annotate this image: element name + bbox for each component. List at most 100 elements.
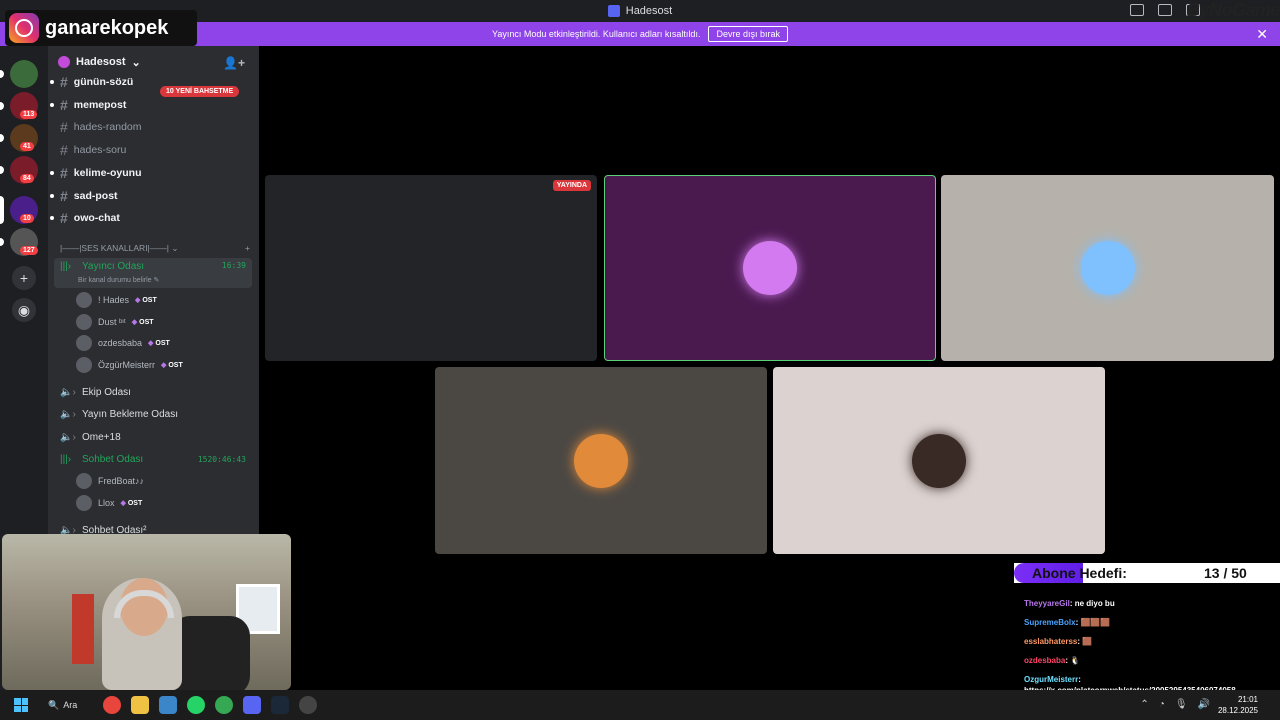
voice-channel[interactable]: 🔈› Yayın Bekleme Odası (54, 404, 252, 424)
browser-icon[interactable] (215, 696, 234, 714)
close-icon[interactable]: ✕ (1256, 26, 1268, 43)
speaker-icon: 🔈› (60, 408, 76, 420)
role-tag: OST (131, 317, 154, 326)
participant-tile[interactable] (941, 175, 1274, 361)
flag-icon[interactable] (1130, 4, 1144, 16)
disable-streamer-mode-button[interactable]: Devre dışı bırak (708, 26, 788, 42)
tray-chevron-icon[interactable]: ⌃ (1140, 699, 1148, 710)
participant-tile[interactable] (773, 367, 1105, 554)
member-name: ! Hades (98, 295, 130, 305)
voice-member[interactable]: Dust ᵇᶦᵗ OST (76, 313, 154, 330)
avatar (76, 473, 92, 489)
clock[interactable]: 21:01 28.12.2025 (1218, 694, 1258, 716)
voice-member[interactable]: ozdesbaba OST (76, 335, 170, 351)
hash-icon: # (60, 96, 68, 113)
voice-status[interactable]: Bir kanal durumu belirle ✎ (78, 276, 159, 284)
banner-text: Yayıncı Modu etkinleştirildi. Kullanıcı … (492, 29, 701, 39)
chrome-icon[interactable] (103, 696, 122, 714)
chat-text: : 🐧 (1065, 656, 1081, 665)
speaker-icon: 🔈› (60, 386, 76, 398)
voice-channel-label: Yayıncı Odası (82, 261, 145, 272)
chat-text: : ne diyo bu (1069, 599, 1115, 608)
server-unread-pill (0, 134, 4, 142)
search-label: Ara (63, 700, 78, 710)
server-unread-pill (0, 102, 4, 110)
voice-channel[interactable]: 🔈› Ekip Odası (54, 382, 252, 402)
instagram-overlay: ganarekopek (5, 10, 197, 46)
avatar (76, 495, 92, 511)
app-icon[interactable] (159, 696, 178, 714)
goal-count: 13 / 50 (1204, 565, 1247, 581)
taskbar: 🔍 Ara ⌃ ◔ 🎙 🔊 21:01 28.12.2025 (0, 690, 1280, 720)
voice-channel-label: Ome+18 (82, 431, 121, 443)
role-tag: OST (135, 296, 157, 304)
system-tray: ⌃ ◔ 🎙 🔊 (1140, 699, 1210, 710)
channel-hades-random[interactable]: # hades-random (60, 119, 142, 135)
role-tag: OST (120, 499, 143, 507)
goal-label: Abone Hedefi: (1032, 565, 1127, 581)
channel-label: hades-soru (73, 144, 127, 157)
chat-user: esslabhaterss (1024, 637, 1078, 646)
discord-icon[interactable] (243, 696, 262, 714)
server-icon[interactable] (10, 60, 38, 88)
voice-timer: 1520:46:43 (197, 454, 246, 464)
voice-category[interactable]: |——|SES KANALLARI|——| ⌄ + (60, 243, 250, 254)
category-label: |——|SES KANALLARI|——| ⌄ (60, 243, 179, 253)
participant-tile[interactable] (604, 175, 936, 361)
participant-avatar (574, 433, 628, 488)
folder-icon[interactable] (131, 696, 150, 714)
channel-günün-sözü[interactable]: # günün-sözü (50, 74, 133, 90)
avatar (76, 335, 92, 351)
hash-icon: # (60, 164, 68, 181)
speaker-icon: |||› (60, 453, 72, 465)
avatar (76, 356, 92, 373)
channel-sad-post[interactable]: # sad-post (50, 187, 118, 204)
channel-kelime-oyunu[interactable]: # kelime-oyunu (50, 164, 141, 181)
search-icon: 🔍 (48, 699, 60, 710)
discover-icon[interactable]: ◉ (12, 298, 36, 322)
steam-icon[interactable] (271, 696, 290, 714)
voice-member[interactable]: FredBoat♪♪ (76, 473, 144, 489)
hash-icon: # (60, 119, 68, 136)
voice-member[interactable]: ! Hades OST (76, 292, 157, 308)
voice-channel[interactable]: |||› Sohbet Odası 1520:46:43 (54, 449, 252, 469)
server-mention-badge: 113 (20, 110, 38, 119)
watermark: ByNoGame (1186, 0, 1280, 20)
participant-tile[interactable]: YAYINDA (265, 175, 597, 361)
obs-icon[interactable] (299, 696, 318, 714)
network-icon[interactable]: ◔ (1159, 699, 1165, 710)
guild-name: Hadesost (76, 56, 126, 68)
server-mention-badge: 127 (20, 246, 38, 255)
server-unread-pill (0, 196, 4, 224)
clock-date: 28.12.2025 (1217, 706, 1258, 715)
channel-hades-soru[interactable]: # hades-soru (60, 142, 126, 158)
windows-start-icon[interactable] (14, 698, 28, 712)
participant-avatar (1080, 241, 1135, 295)
add-server-icon[interactable]: + (12, 266, 36, 290)
voice-member[interactable]: ÖzgürMeisterr OST (76, 356, 183, 373)
mic-icon[interactable]: 🎙 (1175, 699, 1188, 710)
volume-icon[interactable]: 🔊 (1198, 699, 1210, 710)
subscriber-goal: Abone Hedefi: 13 / 50 (1014, 563, 1280, 583)
chat-message: TheyyareGil: ne diyo bu (1024, 594, 1274, 613)
webcam-robot-figure (72, 594, 94, 664)
clock-time: 21:01 (1237, 695, 1258, 704)
instagram-handle: ganarekopek (45, 16, 169, 39)
voice-member[interactable]: Llox OST (76, 495, 143, 511)
inbox-icon[interactable] (1158, 4, 1172, 16)
channel-label: owo-chat (73, 212, 120, 225)
channel-owo-chat[interactable]: # owo-chat (50, 210, 120, 226)
taskbar-search[interactable]: 🔍 Ara (48, 700, 77, 711)
webcam-chair (170, 616, 250, 690)
add-channel-icon[interactable]: + (245, 243, 250, 254)
mention-pill[interactable]: 10 YENİ BAHSETME (160, 86, 240, 97)
server-unread-pill (0, 238, 4, 246)
invite-icon[interactable]: 👤+ (223, 56, 245, 70)
role-tag: OST (161, 360, 183, 369)
participant-tile[interactable] (435, 367, 767, 554)
chevron-down-icon: ⌄ (131, 56, 141, 69)
channel-memepost[interactable]: # memepost (50, 96, 126, 113)
whatsapp-icon[interactable] (187, 696, 206, 714)
hash-icon: # (60, 187, 68, 204)
voice-channel[interactable]: 🔈› Ome+18 (54, 427, 252, 447)
